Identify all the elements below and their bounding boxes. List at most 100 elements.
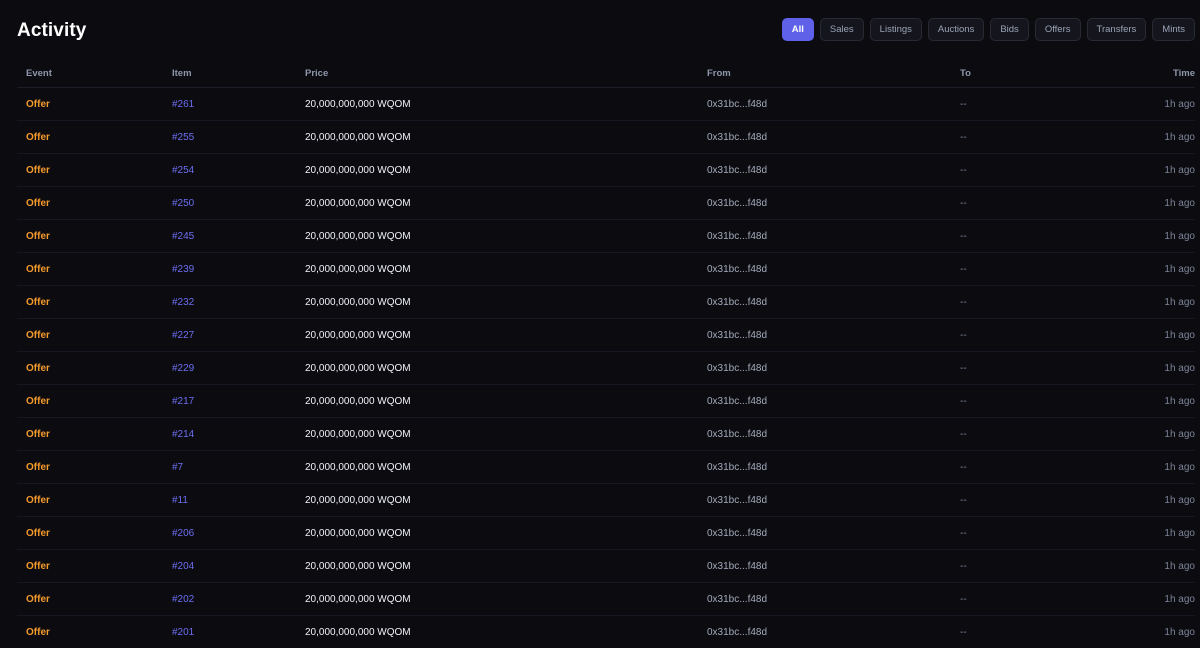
from-address-link[interactable]: 0x31bc...f48d xyxy=(707,252,960,286)
to-address-cell: -- xyxy=(960,483,1140,517)
to-address-cell: -- xyxy=(960,384,1140,418)
from-address-link[interactable]: 0x31bc...f48d xyxy=(707,87,960,121)
table-row[interactable]: Offer #7 20,000,000,000 WQOM 0x31bc...f48d -… xyxy=(17,450,1195,484)
item-link[interactable]: #202 xyxy=(172,582,305,616)
table-row[interactable]: Offer #255 20,000,000,000 WQOM 0x31bc...f48… xyxy=(17,120,1195,154)
to-address-cell: -- xyxy=(960,615,1140,648)
from-address-link[interactable]: 0x31bc...f48d xyxy=(707,483,960,517)
filter-bids-button[interactable]: Bids xyxy=(990,18,1029,41)
from-address-link[interactable]: 0x31bc...f48d xyxy=(707,318,960,352)
item-link[interactable]: #217 xyxy=(172,384,305,418)
table-row[interactable]: Offer #261 20,000,000,000 WQOM 0x31bc...f48… xyxy=(17,87,1195,121)
event-cell: Offer xyxy=(17,483,172,517)
from-address-link[interactable]: 0x31bc...f48d xyxy=(707,450,960,484)
column-header-to: To xyxy=(960,60,1140,88)
activity-table-body: Offer #261 20,000,000,000 WQOM 0x31bc...f48… xyxy=(17,87,1195,648)
table-row[interactable]: Offer #229 20,000,000,000 WQOM 0x31bc...f48… xyxy=(17,351,1195,385)
table-row[interactable]: Offer #217 20,000,000,000 WQOM 0x31bc...f48… xyxy=(17,384,1195,418)
table-row[interactable]: Offer #245 20,000,000,000 WQOM 0x31bc...f48… xyxy=(17,219,1195,253)
item-link[interactable]: #214 xyxy=(172,417,305,451)
item-link[interactable]: #229 xyxy=(172,351,305,385)
column-header-event: Event xyxy=(17,60,172,88)
item-link[interactable]: #227 xyxy=(172,318,305,352)
item-link[interactable]: #255 xyxy=(172,120,305,154)
filter-listings-button[interactable]: Listings xyxy=(869,18,922,41)
price-cell: 20,000,000,000 WQOM xyxy=(305,219,707,253)
from-address-link[interactable]: 0x31bc...f48d xyxy=(707,582,960,616)
price-cell: 20,000,000,000 WQOM xyxy=(305,120,707,154)
filter-offers-button[interactable]: Offers xyxy=(1034,18,1081,41)
table-row[interactable]: Offer #202 20,000,000,000 WQOM 0x31bc...f48… xyxy=(17,582,1195,616)
from-address-link[interactable]: 0x31bc...f48d xyxy=(707,285,960,319)
event-cell: Offer xyxy=(17,549,172,583)
table-row[interactable]: Offer #206 20,000,000,000 WQOM 0x31bc...f48… xyxy=(17,516,1195,550)
item-link[interactable]: #261 xyxy=(172,87,305,121)
from-address-link[interactable]: 0x31bc...f48d xyxy=(707,417,960,451)
item-link[interactable]: #232 xyxy=(172,285,305,319)
price-cell: 20,000,000,000 WQOM xyxy=(305,450,707,484)
from-address-link[interactable]: 0x31bc...f48d xyxy=(707,615,960,648)
price-cell: 20,000,000,000 WQOM xyxy=(305,549,707,583)
table-row[interactable]: Offer #11 20,000,000,000 WQOM 0x31bc...f48d… xyxy=(17,483,1195,517)
item-link[interactable]: #206 xyxy=(172,516,305,550)
event-cell: Offer xyxy=(17,384,172,418)
price-cell: 20,000,000,000 WQOM xyxy=(305,483,707,517)
item-link[interactable]: #204 xyxy=(172,549,305,583)
price-cell: 20,000,000,000 WQOM xyxy=(305,252,707,286)
item-link[interactable]: #11 xyxy=(172,483,305,517)
event-cell: Offer xyxy=(17,153,172,187)
from-address-link[interactable]: 0x31bc...f48d xyxy=(707,186,960,220)
time-cell: 1h ago xyxy=(1140,186,1195,220)
from-address-link[interactable]: 0x31bc...f48d xyxy=(707,549,960,583)
to-address-cell: -- xyxy=(960,417,1140,451)
filter-transfers-button[interactable]: Transfers xyxy=(1086,18,1147,41)
to-address-cell: -- xyxy=(960,285,1140,319)
table-row[interactable]: Offer #250 20,000,000,000 WQOM 0x31bc...f48… xyxy=(17,186,1195,220)
table-row[interactable]: Offer #214 20,000,000,000 WQOM 0x31bc...f48… xyxy=(17,417,1195,451)
time-cell: 1h ago xyxy=(1140,252,1195,286)
column-header-item: Item xyxy=(172,60,305,88)
from-address-link[interactable]: 0x31bc...f48d xyxy=(707,219,960,253)
table-row[interactable]: Offer #201 20,000,000,000 WQOM 0x31bc...f48… xyxy=(17,615,1195,648)
event-filter-bar: All Sales Listings Auctions Bids Offers … xyxy=(781,18,1195,41)
from-address-link[interactable]: 0x31bc...f48d xyxy=(707,120,960,154)
filter-auctions-button[interactable]: Auctions xyxy=(927,18,985,41)
table-row[interactable]: Offer #204 20,000,000,000 WQOM 0x31bc...f48… xyxy=(17,549,1195,583)
to-address-cell: -- xyxy=(960,582,1140,616)
event-cell: Offer xyxy=(17,582,172,616)
table-row[interactable]: Offer #239 20,000,000,000 WQOM 0x31bc...f48… xyxy=(17,252,1195,286)
from-address-link[interactable]: 0x31bc...f48d xyxy=(707,351,960,385)
activity-table-header: Event Item Price From To Time xyxy=(17,60,1195,88)
table-row[interactable]: Offer #254 20,000,000,000 WQOM 0x31bc...f48… xyxy=(17,153,1195,187)
from-address-link[interactable]: 0x31bc...f48d xyxy=(707,516,960,550)
time-cell: 1h ago xyxy=(1140,516,1195,550)
item-link[interactable]: #245 xyxy=(172,219,305,253)
to-address-cell: -- xyxy=(960,351,1140,385)
item-link[interactable]: #7 xyxy=(172,450,305,484)
price-cell: 20,000,000,000 WQOM xyxy=(305,87,707,121)
column-header-time: Time xyxy=(1140,60,1195,88)
time-cell: 1h ago xyxy=(1140,219,1195,253)
to-address-cell: -- xyxy=(960,516,1140,550)
item-link[interactable]: #254 xyxy=(172,153,305,187)
time-cell: 1h ago xyxy=(1140,153,1195,187)
filter-all-button[interactable]: All xyxy=(781,18,814,41)
event-cell: Offer xyxy=(17,417,172,451)
price-cell: 20,000,000,000 WQOM xyxy=(305,417,707,451)
time-cell: 1h ago xyxy=(1140,450,1195,484)
filter-mints-button[interactable]: Mints xyxy=(1152,18,1195,41)
item-link[interactable]: #239 xyxy=(172,252,305,286)
table-row[interactable]: Offer #232 20,000,000,000 WQOM 0x31bc...f48… xyxy=(17,285,1195,319)
from-address-link[interactable]: 0x31bc...f48d xyxy=(707,384,960,418)
time-cell: 1h ago xyxy=(1140,417,1195,451)
item-link[interactable]: #250 xyxy=(172,186,305,220)
item-link[interactable]: #201 xyxy=(172,615,305,648)
time-cell: 1h ago xyxy=(1140,582,1195,616)
filter-sales-button[interactable]: Sales xyxy=(819,18,864,41)
price-cell: 20,000,000,000 WQOM xyxy=(305,153,707,187)
price-cell: 20,000,000,000 WQOM xyxy=(305,615,707,648)
from-address-link[interactable]: 0x31bc...f48d xyxy=(707,153,960,187)
price-cell: 20,000,000,000 WQOM xyxy=(305,285,707,319)
to-address-cell: -- xyxy=(960,549,1140,583)
table-row[interactable]: Offer #227 20,000,000,000 WQOM 0x31bc...f48… xyxy=(17,318,1195,352)
